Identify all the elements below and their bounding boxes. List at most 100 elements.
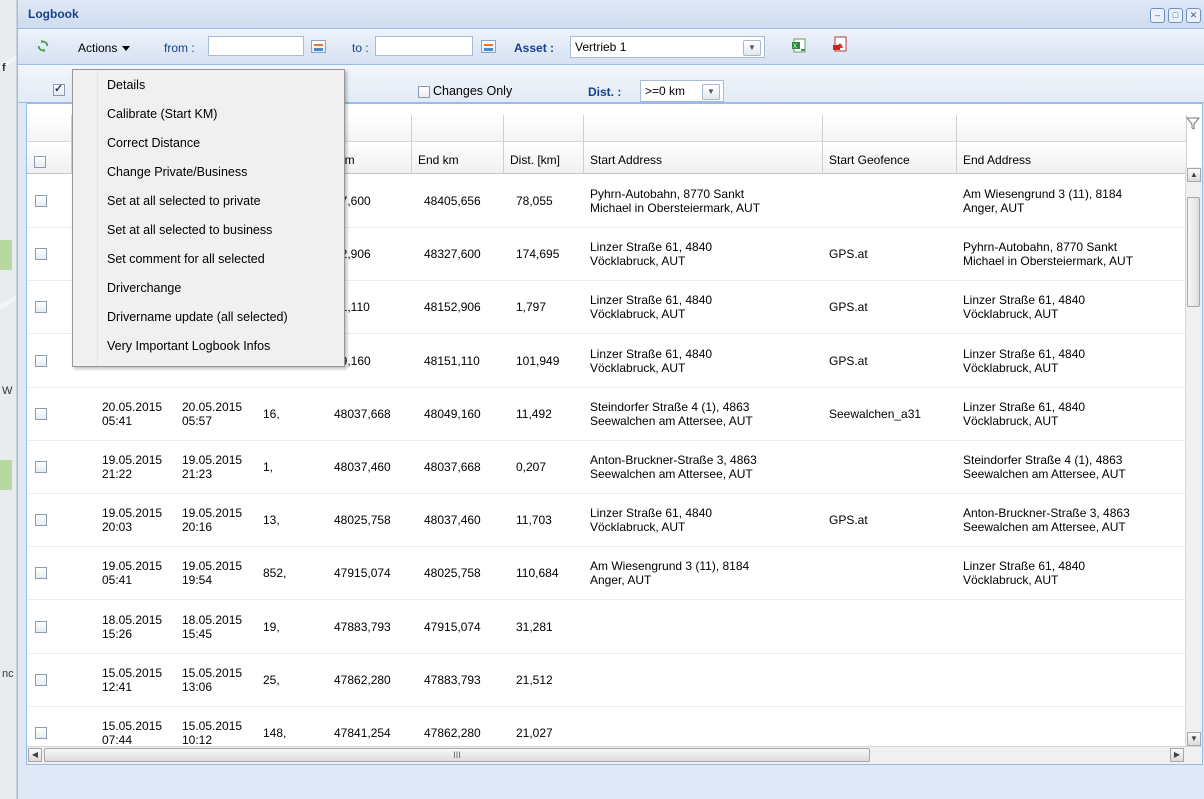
excel-export-icon[interactable]: X <box>791 37 807 53</box>
refresh-icon[interactable] <box>36 39 50 53</box>
column-header-distance[interactable]: Dist. [km] <box>504 142 584 174</box>
table-row[interactable]: 18.05.2015 15:26 18.05.2015 15:45 19, 47883,7… <box>27 601 1187 654</box>
trip-duration: 16, <box>263 407 280 421</box>
calendar-icon[interactable] <box>311 40 326 53</box>
start-date: 19.05.2015 <box>102 559 163 573</box>
trip-start: 15.05.2015 12:41 <box>102 654 174 706</box>
vertical-scrollbar[interactable]: ▲ ▼ <box>1185 167 1202 747</box>
row-checkbox[interactable] <box>35 567 47 579</box>
distance-filter-select[interactable]: >=0 km ▼ <box>640 80 724 102</box>
end-address-line: Vöcklabruck, AUT <box>963 361 1059 375</box>
table-row[interactable]: 20.05.2015 05:41 20.05.2015 05:57 16, 48037,6… <box>27 388 1187 441</box>
row-checkbox[interactable] <box>35 248 47 260</box>
minimize-icon[interactable]: – <box>1150 8 1165 23</box>
trip-duration: 25, <box>263 673 280 687</box>
row-checkbox[interactable] <box>35 674 47 686</box>
start-time: 07:44 <box>102 733 133 747</box>
filter-icon[interactable] <box>1186 116 1200 130</box>
horizontal-scrollbar[interactable]: ◀ III ▶ <box>27 746 1202 764</box>
menu-item-set-business[interactable]: Set at all selected to business <box>107 223 272 237</box>
menu-item-set-private[interactable]: Set at all selected to private <box>107 194 261 208</box>
cell-start-km: 47862,280 <box>334 673 391 687</box>
start-geofence: GPS.at <box>829 300 868 314</box>
row-checkbox[interactable] <box>35 408 47 420</box>
cell-start-km: 48025,758 <box>334 513 391 527</box>
table-row[interactable]: 19.05.2015 21:22 19.05.2015 21:23 1, 48037,46… <box>27 441 1187 494</box>
start-geofence <box>829 547 953 599</box>
from-label: from : <box>164 41 195 55</box>
select-all-checkbox[interactable] <box>34 156 46 168</box>
start-address: Linzer Straße 61, 4840 Vöcklabruck, AUT <box>590 335 820 387</box>
menu-item-logbook-infos[interactable]: Very Important Logbook Infos <box>107 339 270 353</box>
start-geofence <box>829 441 953 493</box>
column-header-start-geofence[interactable]: Start Geofence <box>823 142 957 174</box>
start-geofence <box>829 175 953 227</box>
end-address-line: Linzer Straße 61, 4840 <box>963 293 1086 307</box>
column-header-end-address[interactable]: End Address <box>957 142 1187 174</box>
start-address: Am Wiesengrund 3 (11), 8184 Anger, AUT <box>590 547 820 599</box>
pdf-export-icon[interactable] <box>832 36 848 53</box>
menu-item-set-comment[interactable]: Set comment for all selected <box>107 252 265 266</box>
header-group-cell <box>957 115 1187 142</box>
start-date: 15.05.2015 <box>102 666 163 680</box>
header-select-all <box>27 142 72 174</box>
actions-dropdown-menu: Details Calibrate (Start KM) Correct Dis… <box>72 69 345 367</box>
trip-end: 20.05.2015 05:57 <box>182 388 254 440</box>
scroll-left-icon[interactable]: ◀ <box>28 748 42 762</box>
start-address-line: Vöcklabruck, AUT <box>590 307 686 321</box>
asset-select[interactable]: Vertrieb 1 ▼ <box>570 36 765 58</box>
row-checkbox[interactable] <box>35 355 47 367</box>
row-checkbox[interactable] <box>35 621 47 633</box>
menu-item-drivername-update[interactable]: Drivername update (all selected) <box>107 310 288 324</box>
column-header-start-address[interactable]: Start Address <box>584 142 823 174</box>
trip-duration: 19, <box>263 620 280 634</box>
row-checkbox[interactable] <box>35 727 47 739</box>
toolbar: Actions from : to : Asset : Vertrieb 1 ▼… <box>18 29 1204 65</box>
row-checkbox[interactable] <box>35 461 47 473</box>
start-date: 19.05.2015 <box>102 506 163 520</box>
to-date-input[interactable] <box>375 36 473 56</box>
filter-checkbox[interactable] <box>53 82 65 96</box>
menu-item-details[interactable]: Details <box>107 78 145 92</box>
start-address-line: Linzer Straße 61, 4840 <box>590 506 713 520</box>
menu-item-change-private-business[interactable]: Change Private/Business <box>107 165 247 179</box>
end-address: Linzer Straße 61, 4840 Vöcklabruck, AUT <box>963 335 1185 387</box>
map-label: W <box>2 385 13 397</box>
maximize-icon[interactable]: □ <box>1168 8 1183 23</box>
row-checkbox[interactable] <box>35 301 47 313</box>
table-row[interactable]: 19.05.2015 05:41 19.05.2015 19:54 852, 47915,… <box>27 547 1187 600</box>
map-label: nc <box>2 668 14 680</box>
start-time: 05:41 <box>102 573 133 587</box>
cell-end-km: 47883,793 <box>424 673 481 687</box>
menu-item-correct-distance[interactable]: Correct Distance <box>107 136 200 150</box>
column-header-end-km[interactable]: End km <box>412 142 504 174</box>
cell-end-km: 48151,110 <box>424 354 480 368</box>
table-row[interactable]: 15.05.2015 12:41 15.05.2015 13:06 25, 47862,2… <box>27 654 1187 707</box>
actions-menu-button[interactable]: Actions <box>78 41 131 55</box>
map-green-area <box>0 240 12 270</box>
start-address: Anton-Bruckner-Straße 3, 4863 Seewalchen … <box>590 441 820 493</box>
end-time: 21:23 <box>182 467 213 481</box>
start-address-line: Steindorfer Straße 4 (1), 4863 <box>590 400 750 414</box>
scroll-up-icon[interactable]: ▲ <box>1187 168 1201 182</box>
scroll-right-icon[interactable]: ▶ <box>1170 748 1184 762</box>
vertical-scroll-thumb[interactable] <box>1187 197 1200 307</box>
calendar-icon[interactable] <box>481 40 496 53</box>
start-geofence: GPS.at <box>829 247 868 261</box>
chevron-down-icon[interactable]: ▼ <box>702 84 720 100</box>
scroll-down-icon[interactable]: ▼ <box>1187 732 1201 746</box>
row-checkbox[interactable] <box>35 195 47 207</box>
chevron-down-icon[interactable]: ▼ <box>743 40 761 56</box>
menu-item-driverchange[interactable]: Driverchange <box>107 281 181 295</box>
horizontal-scroll-thumb[interactable]: III <box>44 748 870 762</box>
end-time: 15:45 <box>182 627 213 641</box>
table-row[interactable]: 19.05.2015 20:03 19.05.2015 20:16 13, 48025,7… <box>27 494 1187 547</box>
start-address: Pyhrn-Autobahn, 8770 Sankt Michael in Obe… <box>590 175 820 227</box>
close-icon[interactable]: ✕ <box>1186 8 1201 23</box>
changes-only-checkbox[interactable] <box>418 86 430 98</box>
from-date-input[interactable] <box>208 36 304 56</box>
menu-item-calibrate[interactable]: Calibrate (Start KM) <box>107 107 217 121</box>
start-geofence: Seewalchen_a31 <box>829 407 922 421</box>
row-checkbox[interactable] <box>35 514 47 526</box>
start-address-line: Anton-Bruckner-Straße 3, 4863 <box>590 453 757 467</box>
